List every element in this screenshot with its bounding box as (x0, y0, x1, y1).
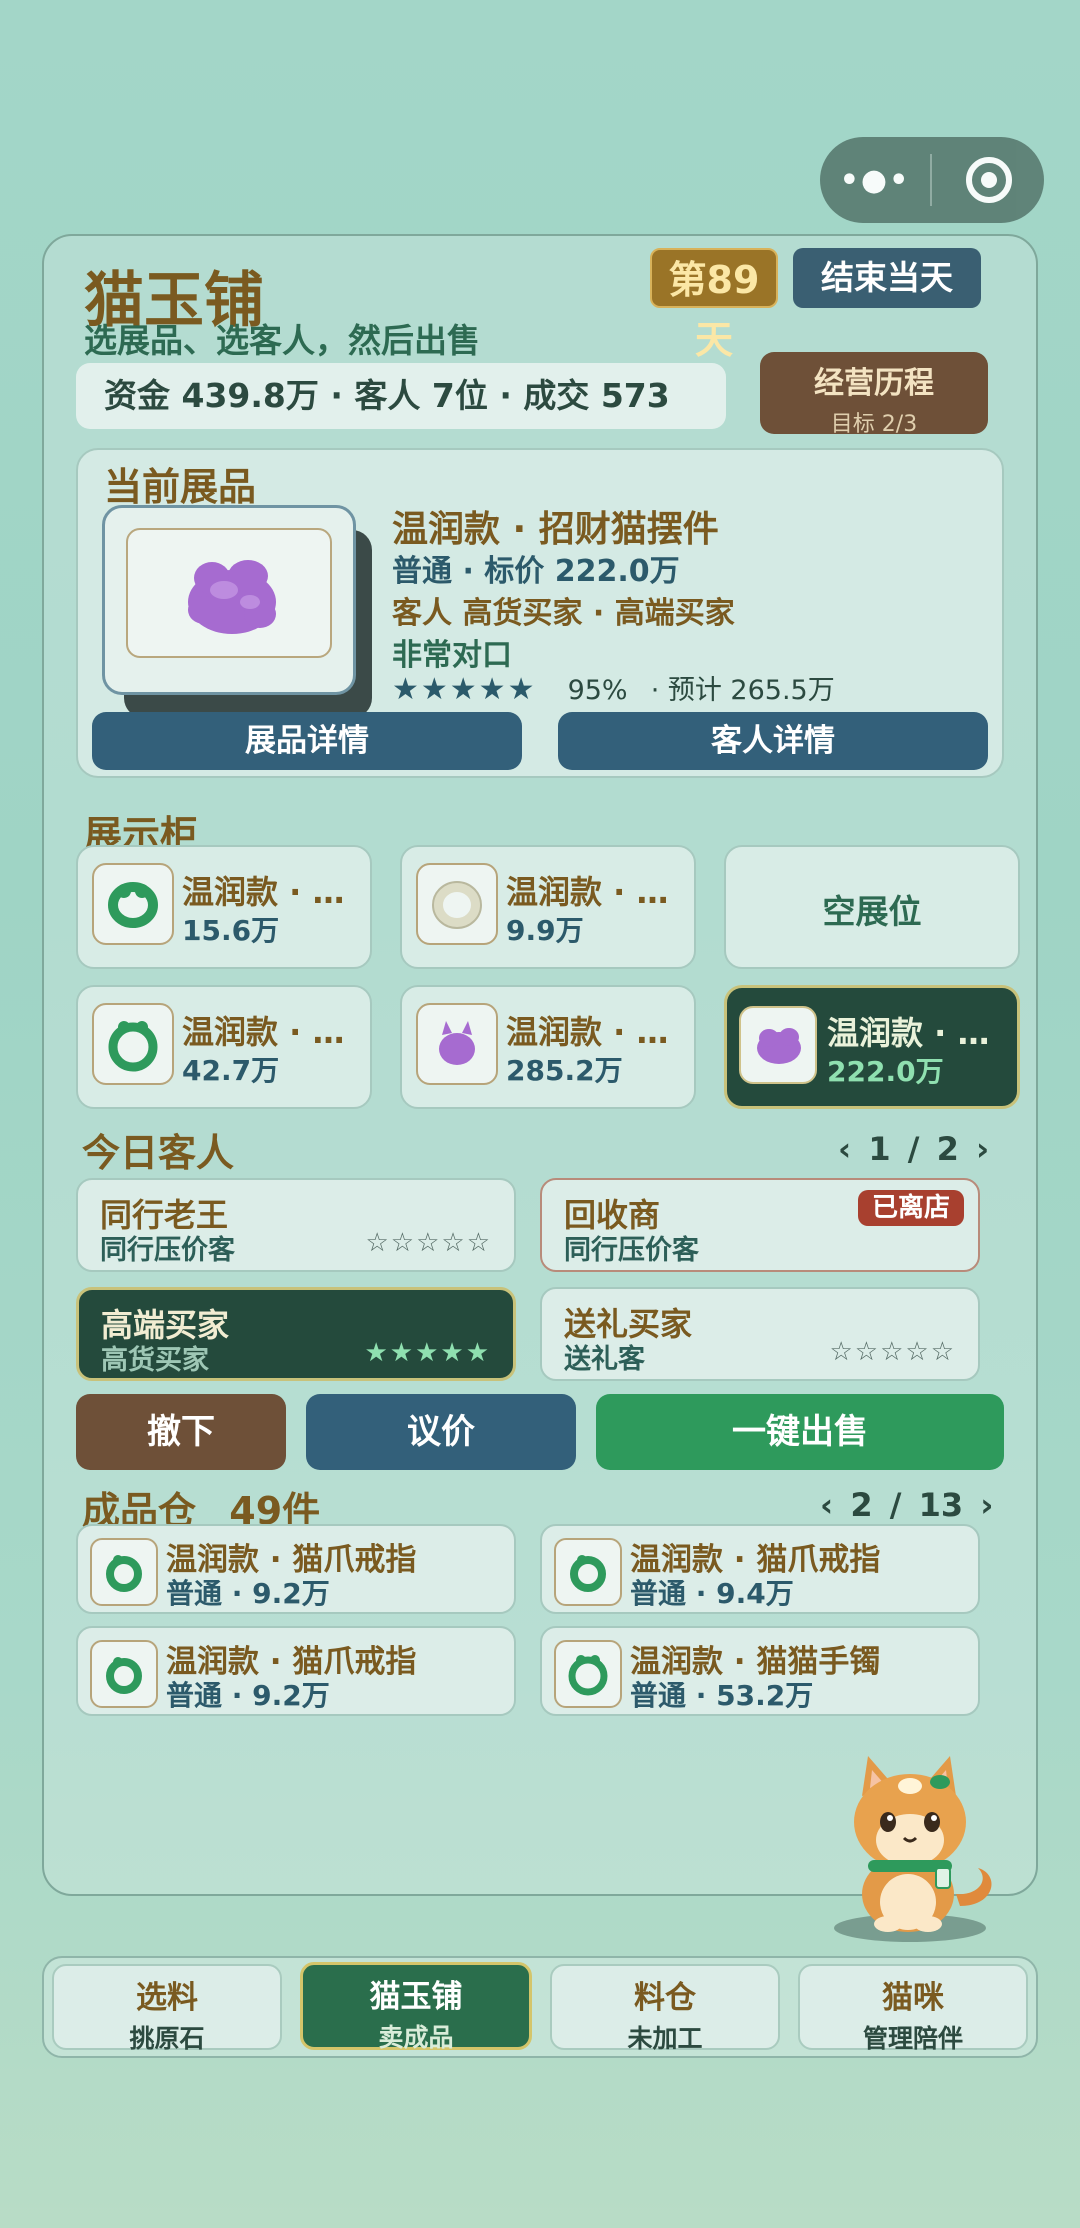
more-dots-icon[interactable]: •●• (820, 163, 930, 198)
history-button[interactable]: 经营历程 目标 2/3 (760, 352, 988, 437)
jade-ring-icon (92, 863, 174, 945)
slot-name: 温润款 · 猫... (506, 873, 698, 911)
empty-slot-label: 空展位 (822, 892, 922, 931)
customer-card-left[interactable]: 回收商 同行压价客 已离店 (540, 1178, 980, 1272)
item-info: 普通 · 9.4万 (630, 1577, 794, 1610)
customer-card[interactable]: 送礼买家 送礼客 ☆☆☆☆☆ (540, 1287, 980, 1381)
match-rating-row: ★★★★★ 95% · 预计 265.5万 (392, 668, 835, 707)
end-day-button[interactable]: 结束当天 (793, 248, 981, 308)
tab-material-warehouse[interactable]: 料仓 未加工 (550, 1964, 780, 2053)
forecast-price: · 预计 265.5万 (650, 675, 835, 706)
showcase-slot[interactable]: 温润款 · 猫... 9.9万 (400, 845, 698, 969)
customer-card-selected[interactable]: 高端买家 高货买家 ★★★★★ (76, 1287, 516, 1381)
showcase-slot[interactable]: 温润款 · 猫... 42.7万 (76, 985, 374, 1109)
tab-title: 猫玉铺 (369, 1979, 463, 2015)
item-info: 普通 · 9.2万 (166, 1577, 330, 1610)
customers-pager[interactable]: ‹ 1 / 2 › (838, 1130, 989, 1168)
purple-figurine-icon (739, 1006, 817, 1084)
history-goal: 目标 2/3 (830, 412, 918, 437)
customer-type: 同行压价客 (100, 1235, 235, 1266)
jade-ring-icon (90, 1538, 158, 1606)
current-grade-price: 普通 · 标价 222.0万 (392, 554, 680, 589)
current-exhibit-name: 温润款 · 招财猫摆件 (392, 509, 719, 550)
jade-bangle-icon (92, 1003, 174, 1085)
slot-price: 9.9万 (506, 914, 584, 947)
cat-mascot[interactable] (828, 1756, 1008, 1942)
tab-title: 猫咪 (882, 1980, 944, 2016)
customer-detail-button[interactable]: 客人详情 (558, 712, 988, 770)
inventory-item[interactable]: 温润款 · 猫爪戒指 普通 · 9.2万 (76, 1524, 516, 1614)
day-badge: 第89天 (650, 248, 778, 362)
slot-name: 温润款 · 招... (506, 1013, 698, 1051)
showcase-slot[interactable]: 温润款 · 猫... 15.6万 (76, 845, 374, 969)
showcase-slot-selected[interactable]: 温润款 · 招... 222.0万 (724, 985, 1020, 1109)
tab-select-material[interactable]: 选料 挑原石 (52, 1964, 282, 2053)
inventory-item[interactable]: 温润款 · 猫爪戒指 普通 · 9.4万 (540, 1524, 980, 1614)
customers-label: 今日客人 (82, 1131, 235, 1175)
customer-type: 送礼客 (564, 1344, 645, 1375)
tab-subtitle: 挑原石 (129, 2024, 205, 2053)
tab-title: 选料 (136, 1980, 198, 2016)
showcase-slot[interactable]: 温润款 · 招... 285.2万 (400, 985, 698, 1109)
exhibit-detail-button[interactable]: 展品详情 (92, 712, 522, 770)
white-jade-ring-icon (416, 863, 498, 945)
current-exhibit-label: 当前展品 (104, 465, 257, 509)
inventory-item[interactable]: 温润款 · 猫猫手镯 普通 · 53.2万 (540, 1626, 980, 1716)
customer-type: 同行压价客 (564, 1235, 699, 1266)
customer-stars: ☆☆☆☆☆ (829, 1337, 956, 1367)
slot-price: 222.0万 (827, 1055, 944, 1088)
inventory-pager[interactable]: ‹ 2 / 13 › (820, 1486, 993, 1524)
close-target-icon[interactable] (966, 157, 1012, 203)
slot-price: 42.7万 (182, 1054, 280, 1087)
tab-subtitle: 管理陪伴 (862, 2024, 963, 2053)
customer-stars: ★★★★★ (364, 1338, 491, 1368)
jade-ring-icon (554, 1538, 622, 1606)
cat-mascot-icon (834, 1756, 992, 1942)
history-title: 经营历程 (814, 366, 934, 401)
tab-subtitle: 未加工 (627, 2024, 703, 2053)
jade-cat-figurine-icon (188, 560, 276, 634)
tab-title: 料仓 (634, 1980, 696, 2016)
exhibit-preview-frame (126, 528, 332, 658)
remove-button[interactable]: 撤下 (76, 1394, 286, 1470)
customer-stars: ☆☆☆☆☆ (365, 1228, 492, 1258)
page-subtitle: 选展品、选客人，然后出售 (84, 321, 480, 360)
purple-cat-figurine-icon (416, 1003, 498, 1085)
slot-price: 285.2万 (506, 1054, 623, 1087)
slot-name: 温润款 · 招... (827, 1014, 1019, 1052)
customer-type: 高货买家 (101, 1345, 209, 1376)
match-rate: 95% (567, 675, 628, 706)
sell-all-button[interactable]: 一键出售 (596, 1394, 1004, 1470)
item-info: 普通 · 9.2万 (166, 1679, 330, 1712)
capsule-divider (930, 154, 932, 206)
tab-subtitle: 卖成品 (378, 2023, 454, 2052)
slot-price: 15.6万 (182, 914, 280, 947)
match-stars: ★★★★★ (392, 672, 537, 707)
left-store-badge: 已离店 (857, 1190, 964, 1226)
jade-ring-icon (90, 1640, 158, 1708)
jade-bangle-icon (554, 1640, 622, 1708)
slot-name: 温润款 · 猫... (182, 1013, 374, 1051)
empty-showcase-slot[interactable]: 空展位 (724, 845, 1020, 969)
miniprogram-capsule: •●• (820, 137, 1044, 223)
negotiate-button[interactable]: 议价 (306, 1394, 576, 1470)
tab-cat[interactable]: 猫咪 管理陪伴 (798, 1964, 1028, 2053)
item-info: 普通 · 53.2万 (630, 1679, 814, 1712)
current-customer: 客人 高货买家 · 高端买家 (392, 596, 735, 631)
stats-bar: 资金 439.8万 · 客人 7位 · 成交 573 (76, 363, 726, 429)
customer-card[interactable]: 同行老王 同行压价客 ☆☆☆☆☆ (76, 1178, 516, 1272)
inventory-item[interactable]: 温润款 · 猫爪戒指 普通 · 9.2万 (76, 1626, 516, 1716)
slot-name: 温润款 · 猫... (182, 873, 374, 911)
tab-jade-shop[interactable]: 猫玉铺 卖成品 (300, 1962, 532, 2052)
